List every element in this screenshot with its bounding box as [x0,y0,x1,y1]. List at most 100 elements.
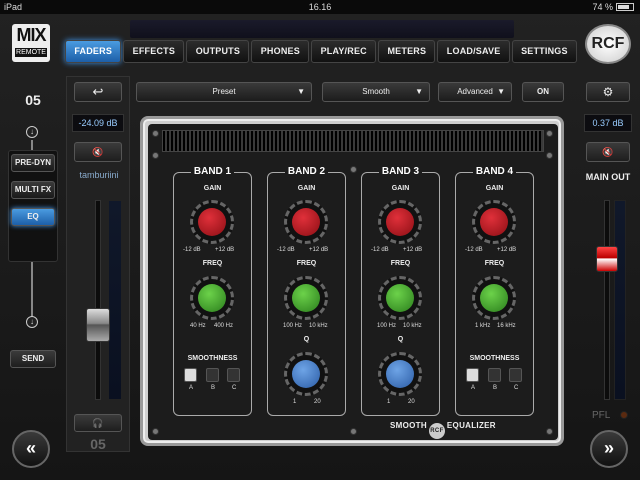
eq-button[interactable]: EQ [11,208,55,226]
band-3-q-min: 1 [387,399,391,405]
band-2-q-min: 1 [293,399,297,405]
band-4-title: BAND 4 [455,166,534,177]
headphone-icon: 🎧 [92,418,104,428]
band-3-gain-knob[interactable] [378,200,422,244]
send-button[interactable]: SEND [10,350,56,368]
advanced-dropdown[interactable]: Advanced ▼ [438,82,512,102]
band-2-gain-knob[interactable] [284,200,328,244]
band-2-title: BAND 2 [267,166,346,177]
band-1-gain-label: GAIN [203,185,222,192]
band-3-q-knob[interactable] [378,352,422,396]
main-out-label: MAIN OUT [585,172,631,182]
band-3-freq-min: 100 Hz [377,323,397,329]
mute-icon: 🔇 [602,147,614,157]
band-4-opt-b: B [493,385,498,391]
band-3-freq-max: 10 kHz [403,323,422,329]
band-2-gain-min: -12 dB [277,247,295,253]
band-4-smooth-a[interactable] [466,368,479,382]
next-channel-button[interactable]: » [590,430,628,468]
band-3-freq-knob[interactable] [378,276,422,320]
screw-icon [350,166,357,173]
rcf-logo: RCF [585,24,631,64]
preset-dropdown[interactable]: Preset ▼ [136,82,312,102]
band-1-smoothness-label: SMOOTHNESS [187,355,238,362]
band-2-freq-knob[interactable] [284,276,328,320]
tab-load-save[interactable]: LOAD/SAVE [437,40,510,63]
eq-type-dropdown[interactable]: Smooth ▼ [322,82,430,102]
mix-remote-logo: MIX REMOTE [12,24,50,62]
tab-effects[interactable]: EFFECTS [123,40,185,63]
band-4-opt-a: A [471,385,476,391]
band-2-gain-max: +12 dB [309,247,329,253]
band-1-freq-max: 400 Hz [214,323,234,329]
band-4-gain-label: GAIN [485,185,504,192]
band-2-freq-max: 10 kHz [309,323,328,329]
prev-channel-button[interactable]: « [12,430,50,468]
screw-icon [546,130,553,137]
band-1-freq-min: 40 Hz [190,323,206,329]
band-4-smooth-c[interactable] [509,368,522,382]
gear-icon: ⚙ [602,85,614,99]
channel-fader-handle[interactable] [86,308,110,342]
screw-icon [152,428,159,435]
chain-top-icon: ↓ [26,126,38,138]
tab-settings[interactable]: SETTINGS [511,40,577,63]
tab-phones[interactable]: PHONES [251,40,310,63]
band-1-opt-c: C [232,385,237,391]
band-4-smooth-b[interactable] [488,368,501,382]
mute-icon: 🔇 [92,147,104,157]
band-4-gain-knob[interactable] [472,200,516,244]
band-1-gain-knob[interactable] [190,200,234,244]
band-3-q-label: Q [397,336,404,343]
band-1-smooth-b[interactable] [206,368,219,382]
band-2-q-knob[interactable] [284,352,328,396]
band-1-opt-a: A [189,385,194,391]
main-fader-handle[interactable] [596,246,618,272]
band-1-freq-knob[interactable] [190,276,234,320]
band-2-gain-label: GAIN [297,185,316,192]
band-4-freq-knob[interactable] [472,276,516,320]
chain-bottom-icon: ↓ [26,316,38,328]
screw-icon [546,428,553,435]
main-mute-button[interactable]: 🔇 [586,142,630,162]
band-3-freq-label: FREQ [390,260,411,267]
vent-grille [162,130,544,152]
tab-outputs[interactable]: OUTPUTS [186,40,250,63]
band-2-q-max: 20 [314,399,321,405]
band-1-smooth-c[interactable] [227,368,240,382]
band-3-gain-label: GAIN [391,185,410,192]
band-2-freq-min: 100 Hz [283,323,303,329]
band-3-gain-min: -12 dB [371,247,389,253]
multi-fx-button[interactable]: MULTI FX [11,181,55,199]
channel-mute-button[interactable]: 🔇 [74,142,122,162]
eq-on-button[interactable]: ON [522,82,564,102]
band-4-freq-min: 1 kHz [475,323,491,329]
band-4-smoothness-label: SMOOTHNESS [469,355,520,362]
back-button[interactable]: ↩ [74,82,122,102]
tab-faders[interactable]: FADERS [65,40,122,63]
band-1-title: BAND 1 [173,166,252,177]
smooth-equalizer-logo: SMOOTHRCFEQUALIZER [390,421,496,439]
pfl-label: PFL [592,410,611,421]
mix-remote-app: iPad 16.16 74 % MIX REMOTE RCF FADERS EFF… [0,0,640,480]
band-4-gain-max: +12 dB [497,247,517,253]
band-1-freq-label: FREQ [202,260,223,267]
band-1-smooth-a[interactable] [184,368,197,382]
headphone-button[interactable]: 🎧 [74,414,122,432]
chevron-down-icon: ▼ [497,87,505,96]
tab-play-rec[interactable]: PLAY/REC [311,40,377,63]
pfl-led [620,411,628,419]
tab-meters[interactable]: METERS [378,40,436,63]
settings-button[interactable]: ⚙ [586,82,630,102]
battery-icon [616,3,634,11]
strip-channel-number: 05 [90,436,106,452]
main-gain-readout: 0.37 dB [584,114,632,132]
battery-indicator: 74 % [592,2,634,12]
band-4-freq-label: FREQ [484,260,505,267]
screw-icon [152,130,159,137]
main-fader-track[interactable] [604,200,610,400]
channel-fader-track[interactable] [95,200,101,400]
channel-name: tamburiini [79,170,119,180]
clock: 16.16 [308,2,332,12]
pre-dyn-button[interactable]: PRE-DYN [11,154,55,172]
